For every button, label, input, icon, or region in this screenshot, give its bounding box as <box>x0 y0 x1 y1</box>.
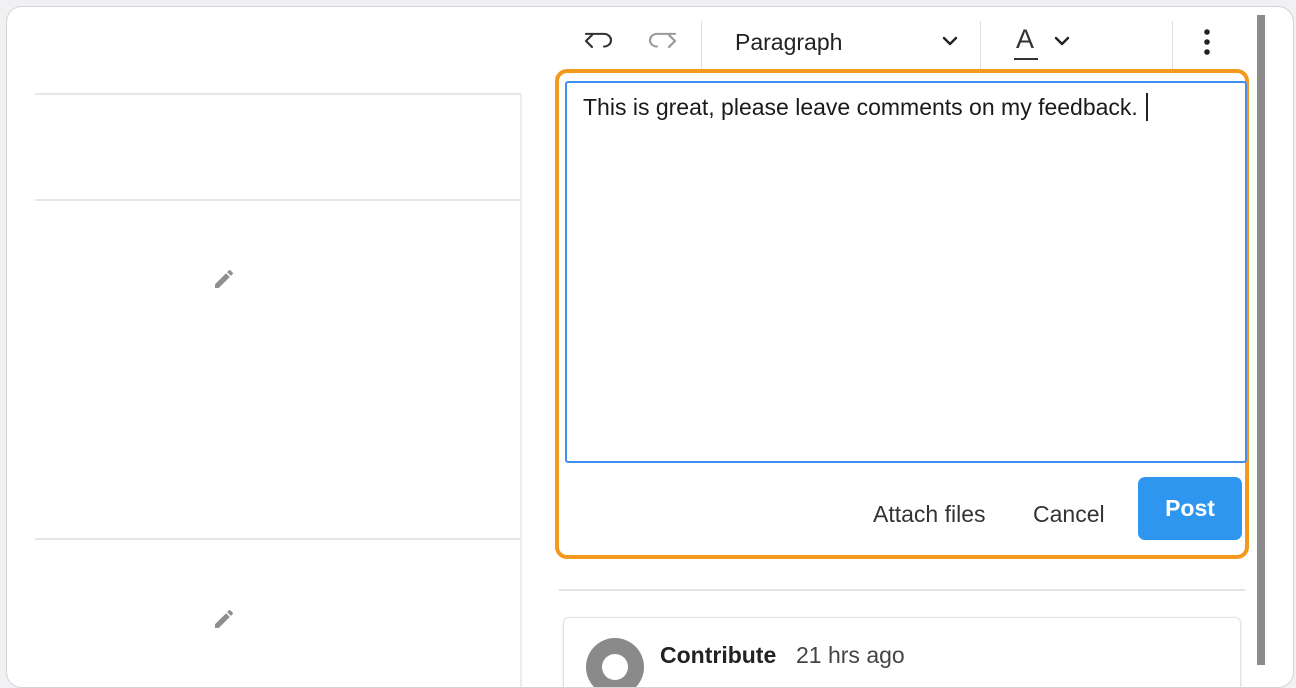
scrollbar[interactable] <box>1257 15 1265 665</box>
redo-icon[interactable] <box>644 25 680 59</box>
post-button[interactable]: Post <box>1138 477 1242 540</box>
row-divider <box>35 199 521 201</box>
comment-timestamp: 21 hrs ago <box>796 642 905 668</box>
cancel-button[interactable]: Cancel <box>1033 501 1105 528</box>
paragraph-style-select[interactable]: Paragraph <box>735 29 842 56</box>
toolbar-separator <box>1172 21 1173 69</box>
avatar-silhouette-icon <box>602 654 628 680</box>
font-color-button[interactable]: A <box>1016 24 1034 55</box>
toolbar-separator <box>701 21 702 69</box>
section-divider <box>559 589 1245 591</box>
attach-files-button[interactable]: Attach files <box>873 501 986 528</box>
editor-toolbar: Paragraph A <box>559 11 1241 71</box>
screenshot-frame: Paragraph A This is great, please leave … <box>6 6 1294 688</box>
comment-panel: Paragraph A This is great, please leave … <box>547 7 1267 687</box>
comment-card: Contribute 21 hrs ago <box>563 617 1241 687</box>
chevron-down-icon[interactable] <box>941 35 959 49</box>
comment-editor-text[interactable]: This is great, please leave comments on … <box>583 93 1148 121</box>
undo-icon[interactable] <box>581 25 617 59</box>
more-vertical-icon[interactable] <box>1189 25 1225 59</box>
pencil-icon[interactable] <box>212 607 236 631</box>
chevron-down-icon[interactable] <box>1053 35 1071 49</box>
comment-editor[interactable]: This is great, please leave comments on … <box>565 81 1247 463</box>
row-divider <box>35 93 521 95</box>
toolbar-separator <box>980 21 981 69</box>
text-caret <box>1145 93 1148 121</box>
left-pane <box>7 7 522 687</box>
font-color-underline <box>1014 58 1038 60</box>
pane-divider <box>520 95 522 687</box>
row-divider <box>35 538 521 540</box>
comment-author[interactable]: Contribute <box>660 642 776 669</box>
avatar[interactable] <box>586 638 644 687</box>
pencil-icon[interactable] <box>212 267 236 291</box>
